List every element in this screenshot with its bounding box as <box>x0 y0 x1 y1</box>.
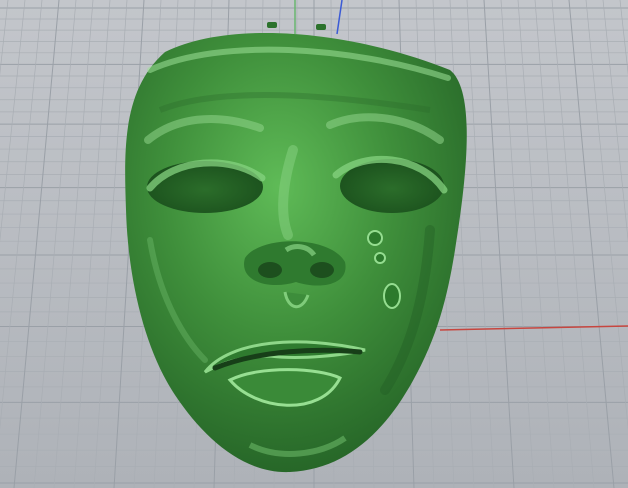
tear-drop-2 <box>374 252 386 264</box>
viewport-canvas[interactable] <box>0 0 628 488</box>
nostril-right <box>310 262 334 278</box>
mount-nub-right <box>316 24 326 30</box>
mount-nub-left <box>267 22 277 28</box>
nostril-left <box>258 262 282 278</box>
3d-viewport[interactable] <box>0 0 628 488</box>
tear-drop-3 <box>383 283 401 309</box>
tear-drop-1 <box>367 230 383 246</box>
